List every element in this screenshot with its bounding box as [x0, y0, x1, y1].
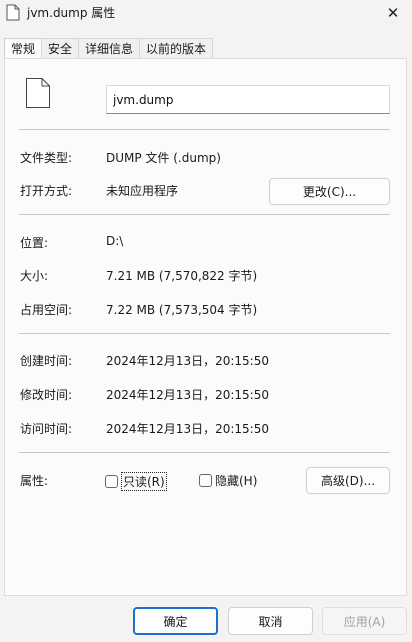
cancel-button[interactable]: 取消: [228, 607, 313, 635]
location-label: 位置:: [20, 236, 49, 250]
close-icon: ✕: [386, 4, 400, 22]
divider: [19, 333, 390, 334]
change-button[interactable]: 更改(C)...: [269, 178, 390, 205]
size-value: 7.21 MB (7,570,822 字节): [106, 269, 258, 283]
tab-general[interactable]: 常规: [4, 38, 43, 59]
open-with-value: 未知应用程序: [106, 184, 179, 198]
file-icon: [6, 4, 20, 21]
tab-details[interactable]: 详细信息: [78, 38, 141, 58]
divider: [19, 129, 390, 130]
close-button[interactable]: ✕: [378, 0, 408, 26]
hidden-checkbox-label: 隐藏(H): [215, 474, 258, 488]
hidden-checkbox-box[interactable]: [199, 474, 212, 487]
size-on-disk-label: 占用空间:: [20, 303, 73, 317]
divider: [19, 452, 390, 453]
advanced-button[interactable]: 高级(D)...: [306, 467, 390, 494]
window-title: jvm.dump 属性: [27, 6, 116, 20]
attributes-label: 属性:: [20, 474, 49, 488]
modified-value: 2024年12月13日，20:15:50: [106, 388, 269, 402]
created-value: 2024年12月13日，20:15:50: [106, 354, 269, 368]
file-type-label: 文件类型:: [20, 151, 73, 165]
accessed-value: 2024年12月13日，20:15:50: [106, 422, 269, 436]
size-label: 大小:: [20, 269, 49, 283]
readonly-checkbox-label: 只读(R): [121, 472, 167, 491]
file-type-value: DUMP 文件 (.dump): [106, 151, 221, 165]
title-bar: jvm.dump 属性 ✕: [0, 0, 412, 26]
location-value: D:\: [106, 234, 124, 248]
file-icon: [26, 78, 50, 108]
apply-button[interactable]: 应用(A): [322, 607, 407, 635]
readonly-checkbox[interactable]: 只读(R): [105, 472, 167, 491]
ok-button[interactable]: 确定: [133, 607, 218, 635]
modified-label: 修改时间:: [20, 388, 73, 402]
hidden-checkbox[interactable]: 隐藏(H): [199, 472, 257, 489]
open-with-label: 打开方式:: [20, 184, 73, 198]
tab-strip: 常规 安全 详细信息 以前的版本: [4, 38, 214, 59]
general-panel: 文件类型: DUMP 文件 (.dump) 打开方式: 未知应用程序 更改(C)…: [4, 58, 407, 596]
file-name-input[interactable]: [106, 85, 390, 114]
readonly-checkbox-box[interactable]: [105, 475, 118, 488]
divider: [19, 214, 390, 215]
size-on-disk-value: 7.22 MB (7,573,504 字节): [106, 303, 258, 317]
created-label: 创建时间:: [20, 354, 73, 368]
tab-previous-versions[interactable]: 以前的版本: [139, 38, 214, 58]
accessed-label: 访问时间:: [20, 422, 73, 436]
tab-security[interactable]: 安全: [41, 38, 80, 58]
